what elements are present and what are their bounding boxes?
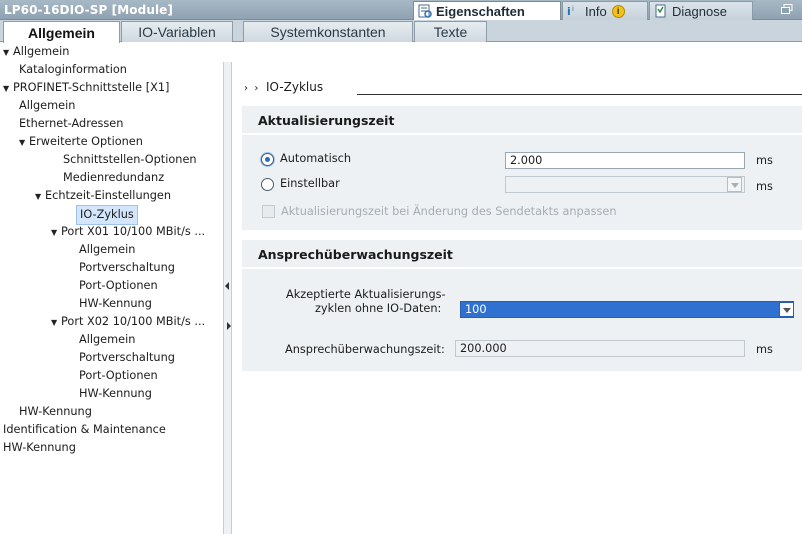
tab-info[interactable]: ii Info i bbox=[562, 1, 648, 20]
properties-icon bbox=[418, 4, 432, 18]
expand-arrow-icon[interactable]: ▼ bbox=[51, 314, 61, 332]
unit-ms-label: ms bbox=[756, 154, 773, 167]
expand-arrow-icon[interactable]: ▼ bbox=[3, 44, 13, 62]
tab-systemkonstanten[interactable]: Systemkonstanten bbox=[243, 21, 413, 42]
tree-item-x01-port-optionen[interactable]: Port-Optionen bbox=[79, 277, 158, 295]
radio-automatisch[interactable] bbox=[261, 153, 274, 166]
accepted-cycles-select[interactable]: 100 bbox=[460, 301, 794, 318]
tree-item-x01-hw-kennung[interactable]: HW-Kennung bbox=[79, 295, 152, 313]
tree-item-kataloginformation[interactable]: Kataloginformation bbox=[19, 61, 127, 79]
tree-item-allgemein[interactable]: ▼ Allgemein bbox=[3, 43, 69, 61]
tree-item-port-x02[interactable]: ▼ Port X02 10/100 MBit/s ... bbox=[51, 313, 205, 331]
tree-item-identification-maintenance[interactable]: Identification & Maintenance bbox=[3, 421, 166, 439]
tab-allgemein[interactable]: Allgemein bbox=[3, 21, 120, 43]
svg-text:i: i bbox=[567, 5, 571, 18]
radio-einstellbar-label: Einstellbar bbox=[280, 177, 340, 190]
tree-item-profinet-schnittstelle[interactable]: ▼ PROFINET-Schnittstelle [X1] bbox=[3, 79, 169, 97]
tree-item-x02-allgemein[interactable]: Allgemein bbox=[79, 331, 135, 349]
expand-arrow-icon[interactable]: ▼ bbox=[51, 224, 61, 242]
tree-item-echtzeit-einstellungen[interactable]: ▼ Echtzeit-Einstellungen bbox=[35, 187, 171, 205]
tree-item-ethernet-adressen[interactable]: Ethernet-Adressen bbox=[19, 115, 123, 133]
tab-texte[interactable]: Texte bbox=[414, 21, 487, 42]
tab-systemkonstanten-label: Systemkonstanten bbox=[270, 24, 386, 40]
tree-item-schnittstellen-optionen[interactable]: Schnittstellen-Optionen bbox=[63, 151, 197, 169]
expand-right-icon[interactable] bbox=[227, 322, 231, 330]
adapt-update-time-label: Aktualisierungszeit bei Änderung des Sen… bbox=[281, 205, 617, 218]
window-restore-icon[interactable] bbox=[781, 4, 793, 15]
tree-item-port-x01[interactable]: ▼ Port X01 10/100 MBit/s ... bbox=[51, 223, 205, 241]
tree-item-x02-portverschaltung[interactable]: Portverschaltung bbox=[79, 349, 175, 367]
watchdog-unit-ms-label: ms bbox=[756, 343, 773, 356]
svg-text:i: i bbox=[572, 5, 574, 13]
update-time-title: Aktualisierungszeit bbox=[258, 113, 395, 128]
editor-tabbar: Allgemein IO-Variablen Systemkonstanten … bbox=[0, 20, 802, 43]
accepted-cycles-label-line2: zyklen ohne IO-Daten: bbox=[315, 302, 442, 315]
tree-item-x01-allgemein[interactable]: Allgemein bbox=[79, 241, 135, 259]
adapt-update-time-checkbox[interactable] bbox=[262, 205, 275, 218]
tab-allgemein-label: Allgemein bbox=[28, 24, 95, 41]
tree-item-erweiterte-optionen[interactable]: ▼ Erweiterte Optionen bbox=[19, 133, 143, 151]
window-title: LP60-16DIO-SP [Module] bbox=[4, 3, 174, 17]
tab-info-label: Info bbox=[585, 3, 607, 19]
accepted-cycles-dropdown-icon[interactable] bbox=[779, 302, 794, 317]
pane-splitter[interactable] bbox=[223, 62, 232, 534]
info-badge-icon: i bbox=[611, 4, 625, 18]
section-divider bbox=[242, 133, 802, 135]
tree-item-x02-port-optionen[interactable]: Port-Optionen bbox=[79, 367, 158, 385]
unit-ms-label: ms bbox=[756, 180, 773, 193]
watchdog-title: Ansprechüberwachungszeit bbox=[258, 247, 453, 262]
tab-io-variablen-label: IO-Variablen bbox=[138, 24, 216, 40]
breadcrumb-label: IO-Zyklus bbox=[266, 80, 324, 94]
tree-item-x02-hw-kennung[interactable]: HW-Kennung bbox=[79, 385, 152, 403]
info-icon: ii bbox=[567, 4, 581, 18]
tree-item-hw-kennung[interactable]: HW-Kennung bbox=[3, 439, 76, 457]
radio-automatisch-label: Automatisch bbox=[280, 152, 351, 165]
tree-item-profinet-hw-kennung[interactable]: HW-Kennung bbox=[19, 403, 92, 421]
tree-item-profinet-allgemein[interactable]: Allgemein bbox=[19, 97, 75, 115]
expand-arrow-icon[interactable]: ▼ bbox=[35, 188, 45, 206]
tree-item-x01-portverschaltung[interactable]: Portverschaltung bbox=[79, 259, 175, 277]
watchdog-time-label: Ansprechüberwachungszeit: bbox=[285, 343, 445, 356]
tab-eigenschaften-label: Eigenschaften bbox=[436, 3, 525, 19]
tab-diagnose-label: Diagnose bbox=[672, 3, 727, 19]
tab-io-variablen[interactable]: IO-Variablen bbox=[121, 21, 233, 42]
title-bar: LP60-16DIO-SP [Module] Eigenschaften ii … bbox=[0, 0, 802, 20]
expand-arrow-icon[interactable]: ▼ bbox=[3, 80, 13, 98]
tab-eigenschaften[interactable]: Eigenschaften bbox=[413, 1, 561, 20]
custom-update-time-dropdown-icon[interactable] bbox=[727, 177, 742, 192]
tree-item-medienredundanz[interactable]: Medienredundanz bbox=[63, 169, 164, 187]
tab-texte-label: Texte bbox=[433, 24, 468, 40]
auto-update-time-field: 2.000 bbox=[505, 152, 745, 169]
navigation-tree: ▼ Allgemein Kataloginformation ▼ PROFINET-… bbox=[0, 43, 223, 534]
custom-update-time-select[interactable] bbox=[505, 176, 745, 193]
breadcrumb-rule bbox=[357, 94, 802, 95]
diagnose-icon bbox=[654, 4, 668, 18]
expand-arrow-icon[interactable]: ▼ bbox=[19, 134, 29, 152]
accepted-cycles-label-line1: Akzeptierte Aktualisierungs- bbox=[286, 288, 446, 301]
section-divider bbox=[242, 267, 802, 269]
radio-einstellbar[interactable] bbox=[261, 178, 274, 191]
breadcrumb: › › IO-Zyklus bbox=[244, 80, 323, 94]
watchdog-time-field: 200.000 bbox=[455, 340, 745, 357]
collapse-left-icon[interactable] bbox=[225, 282, 229, 290]
breadcrumb-arrow-icon: › › bbox=[244, 83, 259, 94]
tab-diagnose[interactable]: Diagnose bbox=[649, 1, 753, 20]
